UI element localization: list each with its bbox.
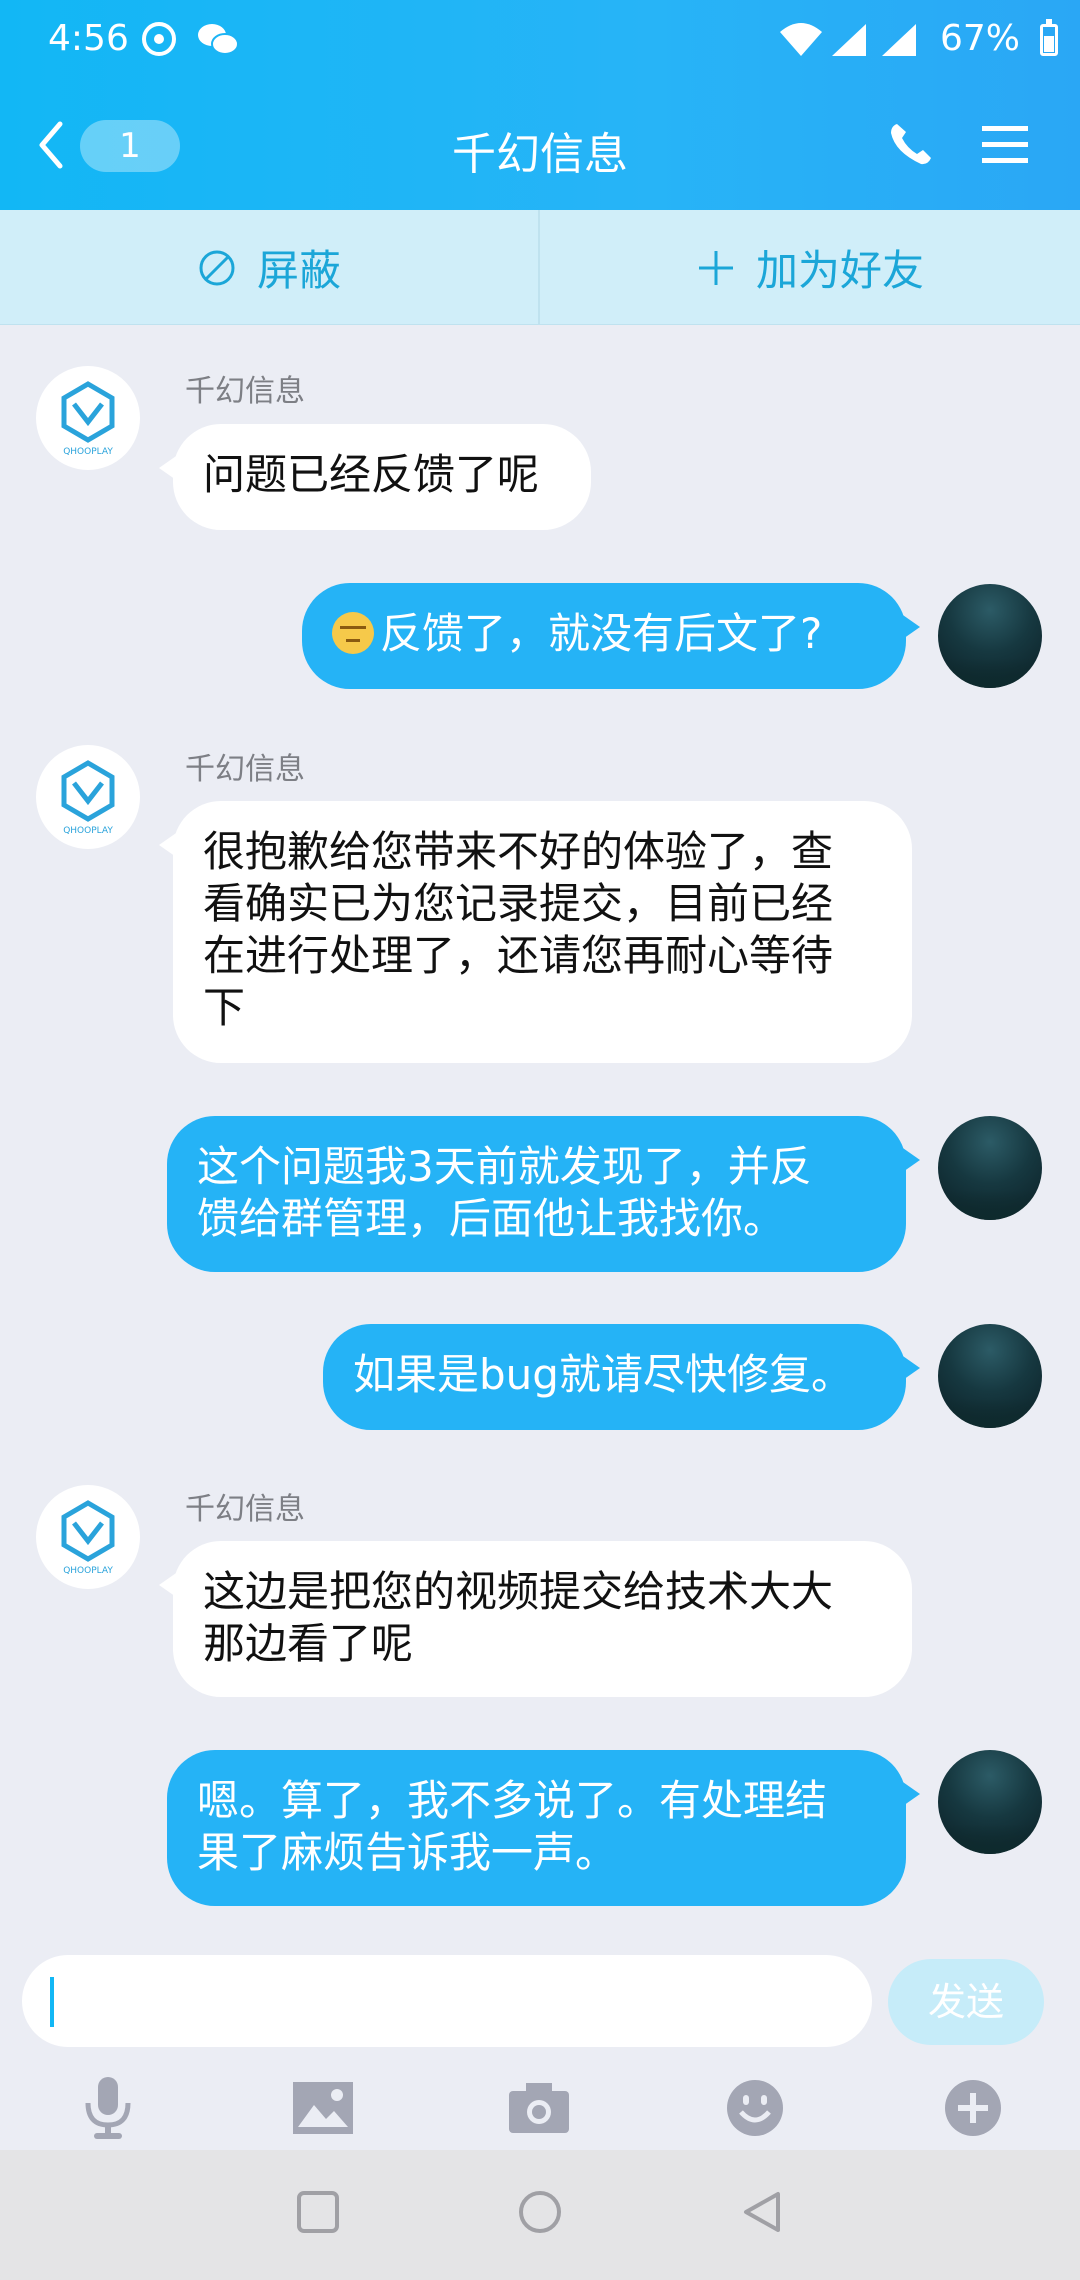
message-line: 这边是把您的视频提交给技术大大: [203, 1567, 834, 1616]
square-icon: [297, 2191, 339, 2233]
wechat-icon: [196, 20, 240, 58]
phone-call-button[interactable]: [885, 120, 935, 174]
plus-icon: [698, 250, 733, 285]
svg-text:QHOOPLAY: QHOOPLAY: [63, 447, 113, 457]
my-avatar[interactable]: [938, 584, 1042, 688]
message-line: 看确实已为您记录提交，目前已经: [203, 879, 834, 928]
svg-text:QHOOPLAY: QHOOPLAY: [63, 1566, 113, 1576]
contact-avatar[interactable]: QHOOPLAY: [36, 745, 140, 849]
image-button[interactable]: [290, 2075, 356, 2141]
block-label: 屏蔽: [256, 246, 341, 295]
composer: 发送: [0, 1940, 1080, 2160]
message-text: 反馈了，就没有后文了?: [380, 609, 823, 658]
phone-icon: [891, 124, 931, 165]
message-bubble-outgoing[interactable]: 嗯。算了，我不多说了。有处理结 果了麻烦告诉我一声。: [167, 1750, 920, 1906]
block-button[interactable]: 屏蔽: [0, 210, 540, 325]
signal-1-icon: [828, 20, 868, 58]
circle-icon: [519, 2191, 561, 2233]
message-line: 很抱歉给您带来不好的体验了，查: [203, 827, 834, 876]
message-text: 问题已经反馈了呢: [203, 450, 540, 499]
message-bubble-outgoing[interactable]: 这个问题我3天前就发现了，并反 馈给群管理，后面他让我找你。: [167, 1116, 920, 1272]
my-avatar[interactable]: [938, 1324, 1042, 1428]
svg-text:QHOOPLAY: QHOOPLAY: [63, 826, 113, 836]
hamburger-menu-icon: [982, 126, 1028, 163]
my-avatar[interactable]: [938, 1750, 1042, 1854]
message-bubble-outgoing[interactable]: 如果是bug就请尽快修复。: [323, 1324, 920, 1430]
battery-percentage: 67%: [939, 18, 1020, 59]
signal-2-icon: [878, 20, 918, 58]
add-friend-label: 加为好友: [755, 246, 924, 295]
contact-avatar[interactable]: QHOOPLAY: [36, 366, 140, 470]
microphone-icon: [85, 2077, 131, 2139]
qianhuan-logo-icon: QHOOPLAY: [61, 1500, 115, 1576]
message-bubble-incoming[interactable]: 这边是把您的视频提交给技术大大 那边看了呢: [159, 1541, 912, 1697]
qianhuan-logo-icon: QHOOPLAY: [61, 760, 115, 836]
sender-name: 千幻信息: [185, 374, 305, 409]
battery-icon: [1040, 19, 1058, 56]
recents-button[interactable]: [296, 2190, 340, 2238]
menu-button[interactable]: [980, 120, 1030, 174]
camera-button[interactable]: [506, 2075, 572, 2141]
message-bubble-incoming[interactable]: 很抱歉给您带来不好的体验了，查 看确实已为您记录提交，目前已经 在进行处理了，还…: [159, 801, 912, 1063]
message-bubble-outgoing[interactable]: 反馈了，就没有后文了?: [302, 583, 920, 689]
sender-name: 千幻信息: [185, 752, 305, 787]
message-line: 这个问题我3天前就发现了，并反: [197, 1142, 812, 1191]
message-line: 嗯。算了，我不多说了。有处理结: [197, 1776, 828, 1825]
nav-bar: 1 千幻信息: [0, 80, 1080, 210]
block-icon: [199, 250, 235, 285]
message-text: 如果是bug就请尽快修复。: [353, 1350, 853, 1399]
voice-button[interactable]: [75, 2075, 141, 2141]
emoji-button[interactable]: [722, 2075, 788, 2141]
message-line: 那边看了呢: [203, 1619, 414, 1668]
send-button[interactable]: 发送: [888, 1959, 1044, 2045]
wifi-icon: [778, 20, 824, 58]
plus-circle-icon: [945, 2080, 1001, 2136]
nav-back-button[interactable]: [740, 2190, 784, 2238]
text-cursor: [50, 1977, 54, 2027]
camera-icon: [509, 2083, 569, 2133]
image-icon: [293, 2082, 353, 2134]
contact-avatar[interactable]: QHOOPLAY: [36, 1485, 140, 1589]
message-line: 馈给群管理，后面他让我找你。: [197, 1194, 786, 1243]
smirk-emoji-icon: [332, 612, 374, 654]
qianhuan-logo-icon: QHOOPLAY: [61, 381, 115, 457]
status-time: 4:56: [48, 18, 129, 59]
sender-name: 千幻信息: [185, 1492, 305, 1527]
message-line: 果了麻烦告诉我一声。: [197, 1828, 618, 1877]
chat-header: 4:56 67% 1 千幻信息: [0, 0, 1080, 210]
message-input[interactable]: [22, 1955, 872, 2047]
my-avatar[interactable]: [938, 1116, 1042, 1220]
home-button[interactable]: [518, 2190, 562, 2238]
more-button[interactable]: [940, 2075, 1006, 2141]
add-friend-button[interactable]: 加为好友: [540, 210, 1080, 325]
system-nav-bar: [0, 2150, 1080, 2280]
smiley-icon: [727, 2080, 783, 2136]
status-bar: 4:56 67%: [0, 0, 1080, 80]
message-line: 下: [203, 983, 246, 1032]
action-bar: 屏蔽 加为好友: [0, 210, 1080, 325]
triangle-back-icon: [744, 2192, 780, 2232]
message-bubble-incoming[interactable]: 问题已经反馈了呢: [159, 424, 591, 530]
message-line: 在进行处理了，还请您再耐心等待: [203, 931, 834, 980]
netease-music-icon: [140, 20, 178, 58]
